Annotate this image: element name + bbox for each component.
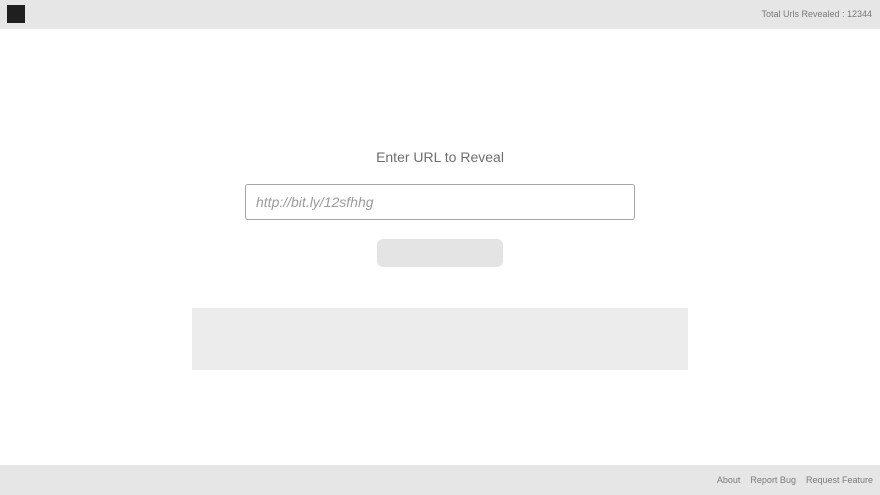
square-logo-icon[interactable] [7,5,25,23]
url-input[interactable] [245,184,635,220]
top-bar: Total Urls Revealed : 12344 [0,0,880,29]
about-link[interactable]: About [717,475,741,485]
total-urls-revealed-counter: Total Urls Revealed : 12344 [761,9,872,19]
page-title: Enter URL to Reveal [376,149,504,165]
result-panel [192,308,688,370]
reveal-button[interactable] [377,239,503,267]
page: Total Urls Revealed : 12344 Enter URL to… [0,0,880,495]
footer-bar: About Report Bug Request Feature [0,465,880,495]
request-feature-link[interactable]: Request Feature [806,475,873,485]
report-bug-link[interactable]: Report Bug [750,475,796,485]
footer-links: About Report Bug Request Feature [717,475,873,485]
